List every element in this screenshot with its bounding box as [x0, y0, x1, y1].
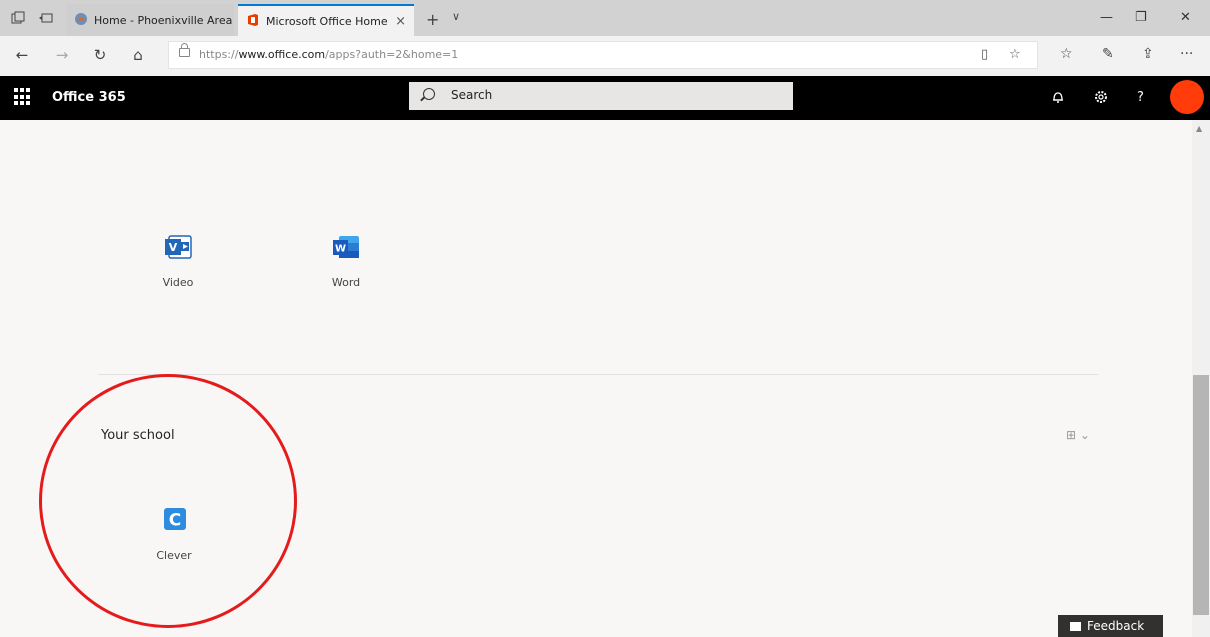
tab-preview-chevron-icon[interactable]: ∨: [452, 10, 460, 23]
notifications-bell-icon[interactable]: [1052, 90, 1064, 108]
page-scrollbar[interactable]: ▲: [1192, 120, 1210, 637]
home-button[interactable]: ⌂: [128, 46, 148, 64]
scroll-up-arrow-icon[interactable]: ▲: [1196, 124, 1202, 133]
browser-title-bar: Home - Phoenixville Area H Microsoft Off…: [0, 0, 1210, 36]
section-divider: [98, 374, 1098, 375]
notes-icon[interactable]: ✎: [1102, 46, 1114, 62]
tab-label: Microsoft Office Home: [266, 14, 388, 28]
app-launcher-icon[interactable]: [14, 88, 32, 106]
svg-text:C: C: [169, 511, 181, 531]
office-logo-icon: [246, 13, 260, 30]
back-button[interactable]: ←: [12, 46, 32, 64]
office-header: Office 365 Search ?: [0, 76, 1210, 120]
brand-title[interactable]: Office 365: [52, 90, 126, 105]
search-placeholder: Search: [451, 88, 493, 102]
feedback-button[interactable]: Feedback: [1058, 615, 1163, 637]
set-tabs-aside-icon[interactable]: [38, 10, 54, 26]
view-toggle-grid-icon[interactable]: ⊞ ⌄: [1066, 428, 1090, 442]
close-tab-icon[interactable]: ×: [395, 14, 406, 29]
search-input[interactable]: Search: [409, 82, 793, 110]
reading-view-icon[interactable]: ▯: [981, 47, 988, 62]
clever-icon: C: [159, 505, 189, 535]
refresh-button[interactable]: ↻: [90, 46, 110, 64]
avatar[interactable]: [1170, 80, 1204, 114]
add-favorite-icon[interactable]: ☆: [1009, 47, 1021, 62]
search-icon: [423, 88, 435, 100]
url-text[interactable]: https://www.office.com/apps?auth=2&home=…: [199, 48, 458, 61]
app-tile-clever[interactable]: C Clever: [134, 505, 214, 562]
more-menu-icon[interactable]: ···: [1180, 46, 1193, 62]
tab-label: Home - Phoenixville Area H: [94, 13, 234, 27]
lock-icon: [179, 43, 190, 57]
address-bar[interactable]: https://www.office.com/apps?auth=2&home=…: [168, 41, 1038, 69]
word-icon: W: [331, 232, 361, 262]
app-tile-video[interactable]: V Video: [138, 232, 218, 289]
feedback-icon: [1070, 621, 1081, 631]
new-tab-button[interactable]: +: [426, 10, 439, 29]
share-icon[interactable]: ⇪: [1142, 46, 1154, 62]
red-highlight-circle: [39, 374, 297, 628]
svg-text:W: W: [335, 244, 346, 255]
video-icon: V: [163, 232, 193, 262]
tab-phoenixville[interactable]: Home - Phoenixville Area H: [66, 4, 234, 36]
minimize-button[interactable]: —: [1100, 10, 1113, 25]
globe-icon: [74, 12, 88, 29]
favorites-icon[interactable]: ☆: [1060, 46, 1073, 62]
forward-button[interactable]: →: [52, 46, 72, 64]
scrollbar-thumb[interactable]: [1193, 375, 1209, 615]
feedback-label: Feedback: [1087, 619, 1145, 633]
svg-text:V: V: [169, 241, 178, 254]
app-label: Clever: [156, 549, 192, 562]
section-title-your-school: Your school: [101, 428, 175, 443]
app-label: Video: [162, 276, 194, 289]
app-label: Word: [331, 276, 361, 289]
close-window-button[interactable]: ✕: [1180, 10, 1191, 25]
maximize-button[interactable]: ❐: [1135, 10, 1147, 25]
settings-gear-icon[interactable]: [1094, 90, 1108, 108]
tab-actions-icon[interactable]: [10, 10, 26, 26]
address-toolbar: ← → ↻ ⌂ https://www.office.com/apps?auth…: [0, 36, 1210, 77]
app-tile-word[interactable]: W Word: [306, 232, 386, 289]
help-icon[interactable]: ?: [1137, 90, 1144, 105]
tab-office-home[interactable]: Microsoft Office Home ×: [238, 4, 414, 36]
